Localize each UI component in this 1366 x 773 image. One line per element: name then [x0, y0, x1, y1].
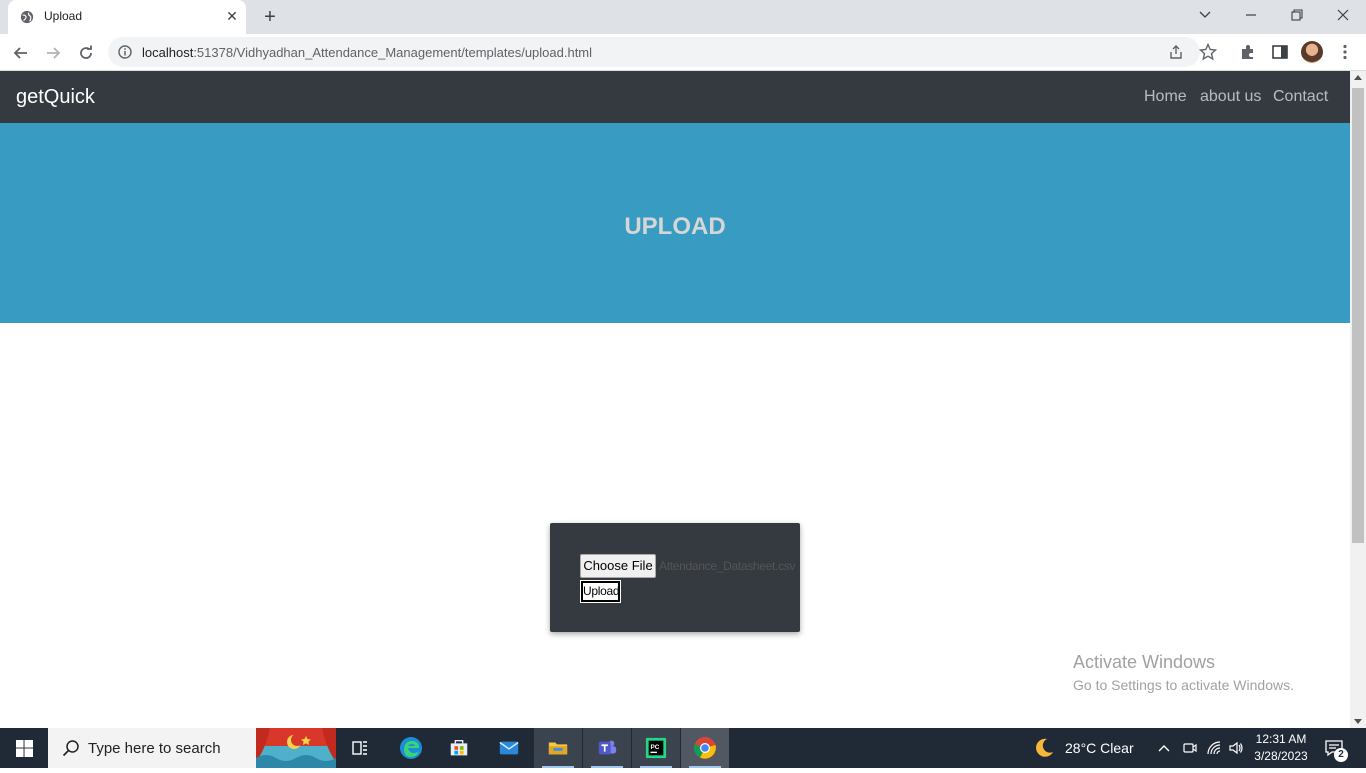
- svg-text:PC: PC: [651, 744, 660, 751]
- task-view-button[interactable]: [336, 728, 384, 768]
- profile-avatar[interactable]: [1301, 41, 1323, 63]
- tab-search-button[interactable]: [1182, 0, 1228, 30]
- minimize-icon: [1246, 14, 1256, 16]
- meet-now-icon[interactable]: [1182, 740, 1198, 756]
- store-icon: [450, 739, 468, 756]
- scroll-up-arrow-icon[interactable]: [1354, 75, 1362, 80]
- taskbar-pycharm[interactable]: PC: [632, 728, 680, 768]
- chevron-down-icon: [1199, 11, 1211, 18]
- page-title: UPLOAD: [624, 213, 726, 240]
- folder-icon: [548, 742, 568, 755]
- scroll-thumb[interactable]: [1352, 88, 1364, 543]
- taskbar-chrome[interactable]: [681, 728, 729, 768]
- url-path: :51378/Vidhyadhan_Attendance_Management/…: [193, 45, 593, 60]
- choose-file-button[interactable]: Choose File: [580, 554, 656, 578]
- upload-form: Choose File Attendance_Datasheet.csv Upl…: [550, 523, 800, 632]
- minimize-button[interactable]: [1228, 0, 1274, 30]
- taskbar-file-explorer[interactable]: [534, 728, 582, 768]
- selected-file-name: Attendance_Datasheet.csv: [659, 559, 796, 573]
- taskbar-edge[interactable]: [387, 728, 435, 768]
- watermark-title: Activate Windows: [1073, 652, 1216, 672]
- taskbar-teams[interactable]: [583, 728, 631, 768]
- nav-link-about[interactable]: about us: [1200, 88, 1261, 106]
- reload-icon: [80, 45, 92, 59]
- close-tab-icon[interactable]: ✕: [224, 8, 240, 24]
- weather-moon-icon[interactable]: [1033, 737, 1055, 759]
- activate-windows-watermark: Activate Windows Go to Settings to activ…: [1073, 652, 1294, 693]
- tab-title: Upload: [44, 9, 83, 23]
- hero-banner: UPLOAD: [0, 123, 1350, 323]
- extensions-icon[interactable]: [1239, 43, 1257, 61]
- search-icon: [62, 739, 80, 757]
- arrow-right-icon: [47, 47, 61, 59]
- windows-logo-icon: [15, 739, 33, 757]
- close-icon: [1337, 9, 1349, 21]
- upload-button[interactable]: Upload: [580, 580, 621, 603]
- site-navbar: getQuick Home about us Contact: [0, 71, 1350, 123]
- restore-button[interactable]: [1274, 0, 1320, 30]
- browser-toolbar: localhost:51378/Vidhyadhan_Attendance_Ma…: [0, 34, 1366, 71]
- taskbar-store[interactable]: [435, 728, 483, 768]
- url-text: localhost:51378/Vidhyadhan_Attendance_Ma…: [142, 45, 592, 60]
- reload-button[interactable]: [73, 40, 99, 66]
- close-window-button[interactable]: [1320, 0, 1366, 30]
- start-button[interactable]: [0, 728, 48, 768]
- menu-kebab-icon[interactable]: [1336, 43, 1354, 61]
- bookmark-star-icon[interactable]: [1198, 42, 1218, 61]
- back-button[interactable]: [8, 40, 34, 66]
- forward-button[interactable]: [40, 40, 66, 66]
- teams-icon: [598, 740, 617, 755]
- wifi-icon[interactable]: [1206, 740, 1222, 756]
- site-info-icon[interactable]: [118, 45, 132, 59]
- nav-link-contact[interactable]: Contact: [1273, 88, 1328, 106]
- watermark-subtitle: Go to Settings to activate Windows.: [1073, 677, 1294, 693]
- mail-icon: [499, 741, 519, 755]
- pycharm-icon: PC: [645, 737, 667, 759]
- weather-text[interactable]: 28°C Clear: [1065, 740, 1134, 756]
- chrome-icon: [693, 737, 716, 759]
- taskbar-mail[interactable]: [485, 728, 533, 768]
- scroll-down-arrow-icon[interactable]: [1354, 719, 1362, 724]
- search-placeholder: Type here to search: [88, 740, 221, 757]
- task-view-icon: [352, 741, 367, 755]
- address-bar[interactable]: localhost:51378/Vidhyadhan_Attendance_Ma…: [108, 37, 1200, 67]
- browser-tab[interactable]: Upload ✕: [8, 0, 246, 34]
- search-highlight-image[interactable]: [256, 728, 336, 768]
- nav-link-home[interactable]: Home: [1144, 88, 1187, 106]
- windows-taskbar: Type here to search PC 28°C Clear 12:31 …: [0, 728, 1366, 768]
- taskbar-search-box[interactable]: Type here to search: [48, 728, 256, 768]
- clock-time: 12:31 AM: [1255, 732, 1307, 746]
- volume-icon[interactable]: [1228, 740, 1244, 756]
- browser-tab-strip: Upload ✕ +: [0, 0, 1366, 34]
- url-host: localhost: [142, 45, 194, 60]
- edge-icon: [400, 737, 422, 759]
- restore-icon: [1291, 9, 1303, 21]
- page-scrollbar[interactable]: [1350, 71, 1366, 728]
- share-icon[interactable]: [1168, 44, 1184, 60]
- arrow-left-icon: [13, 47, 27, 59]
- side-panel-icon[interactable]: [1271, 43, 1289, 61]
- show-hidden-icons-chevron-up-icon[interactable]: [1157, 741, 1171, 755]
- site-brand[interactable]: getQuick: [16, 86, 95, 109]
- new-tab-button[interactable]: +: [258, 5, 282, 29]
- system-clock[interactable]: 12:31 AM 3/28/2023: [1250, 731, 1312, 765]
- clock-date: 3/28/2023: [1254, 749, 1308, 763]
- web-page: getQuick Home about us Contact UPLOAD Ch…: [0, 71, 1350, 728]
- notification-count-badge: 2: [1334, 748, 1348, 762]
- globe-icon: [20, 10, 34, 24]
